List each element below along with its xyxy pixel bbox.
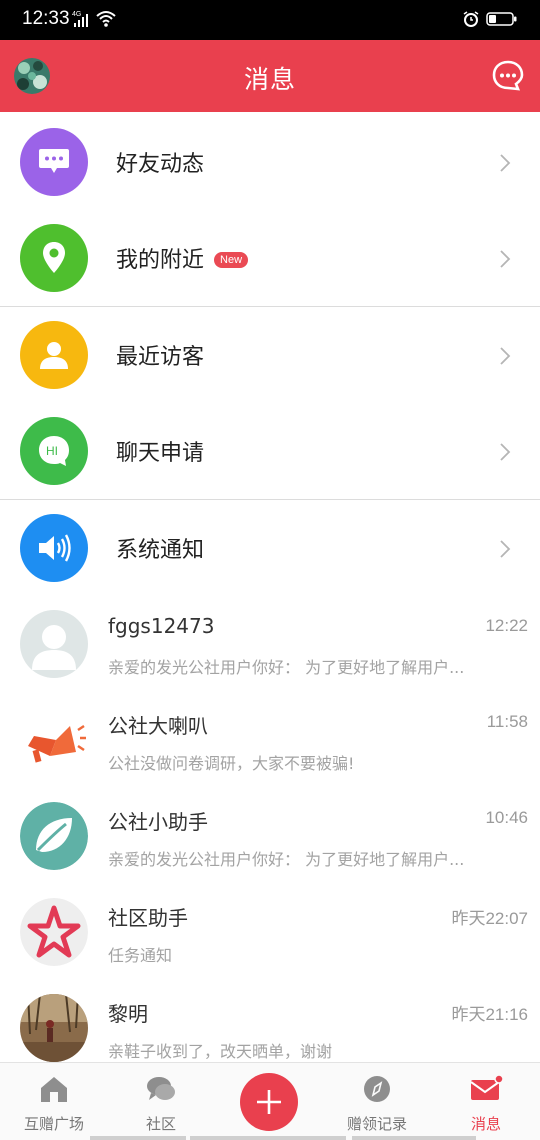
feature-icon-bg (20, 128, 88, 196)
feature-icon-bg: HI (20, 417, 88, 485)
bottom-tab-bar: 互赠广场 社区 赠领记录 消息 (0, 1062, 540, 1140)
conversation-item[interactable]: fggs12473 12:22 亲爱的发光公社用户你好： 为了更好地了解用户..… (0, 596, 540, 692)
feature-item-chat-requests[interactable]: HI 聊天申请 (0, 403, 540, 499)
conversation-item[interactable]: 公社小助手 10:46 亲爱的发光公社用户你好： 为了更好地了解用户... (0, 788, 540, 884)
add-icon (257, 1090, 281, 1114)
star-logo-icon (20, 898, 88, 966)
feature-item-system-notices[interactable]: 系统通知 (0, 500, 540, 596)
message-time: 12:22 (485, 616, 528, 635)
add-post-button[interactable] (240, 1073, 298, 1131)
message-preview: 亲爱的发光公社用户你好： 为了更好地了解用户... (108, 850, 465, 869)
conversation-item[interactable]: 社区助手 昨天22:07 任务通知 (0, 884, 540, 980)
svg-text:HI: HI (46, 444, 58, 458)
contact-name: 公社大喇叭 (108, 714, 208, 738)
message-time: 11:58 (486, 712, 528, 731)
feature-label: 最近访客 (116, 345, 205, 370)
tab-label: 赠领记录 (346, 1115, 407, 1133)
chat-bubble-outline-icon (492, 60, 524, 91)
message-time: 10:46 (485, 808, 528, 827)
chevron-right-icon (500, 443, 511, 461)
message-preview: 公社没做问卷调研，大家不要被骗! (108, 754, 355, 773)
feature-item-nearby[interactable]: 我的附近 New (0, 210, 540, 306)
contact-avatar (20, 994, 88, 1062)
chevron-right-icon (500, 250, 511, 268)
feature-label: 我的附近 New (116, 242, 249, 274)
wifi-icon (96, 11, 116, 27)
home-icon (41, 1077, 67, 1102)
tab-messages[interactable]: 消息 (441, 1063, 531, 1140)
scroll-hint (90, 1136, 186, 1140)
hi-bubble-icon: HI (39, 436, 69, 466)
message-time: 昨天22:07 (451, 909, 528, 928)
contact-name: 黎明 (108, 1002, 148, 1026)
tab-label: 社区 (145, 1115, 176, 1133)
tab-gift-records[interactable]: 赠领记录 (332, 1063, 422, 1140)
battery-icon (486, 12, 517, 26)
alarm-icon (463, 11, 479, 27)
contact-avatar (20, 706, 88, 774)
feature-icon-bg (20, 514, 88, 582)
chevron-right-icon (500, 154, 511, 172)
message-preview: 亲鞋子收到了，改天晒单，谢谢 (108, 1042, 333, 1061)
contact-name: 公社小助手 (108, 810, 208, 834)
feature-icon-bg (20, 224, 88, 292)
feature-label: 聊天申请 (116, 441, 205, 466)
default-avatar-icon (20, 610, 88, 678)
feature-icon-bg (20, 321, 88, 389)
community-icon (147, 1077, 175, 1100)
message-preview: 亲爱的发光公社用户你好： 为了更好地了解用户... (108, 658, 465, 677)
feature-item-recent-visitors[interactable]: 最近访客 (0, 307, 540, 403)
tab-community[interactable]: 社区 (116, 1063, 206, 1140)
contact-name: fggs12473 (108, 614, 215, 638)
scroll-hint (352, 1136, 476, 1140)
contact-avatar (20, 802, 88, 870)
contact-avatar (20, 898, 88, 966)
chat-menu-button[interactable] (490, 58, 526, 94)
feature-label: 系统通知 (116, 538, 205, 563)
conversation-item[interactable]: 公社大喇叭 11:58 公社没做问卷调研，大家不要被骗! (0, 692, 540, 788)
tab-label: 消息 (470, 1115, 501, 1133)
message-preview: 任务通知 (108, 946, 173, 965)
chevron-right-icon (500, 540, 511, 558)
feature-item-friend-updates[interactable]: 好友动态 (0, 114, 540, 210)
photo-avatar-icon (20, 994, 88, 1062)
location-pin-icon (43, 242, 65, 273)
chat-bubble-icon (39, 149, 69, 173)
feature-label: 好友动态 (116, 152, 205, 177)
scroll-hint (190, 1136, 346, 1140)
compass-icon (364, 1076, 390, 1102)
leaf-logo-icon (20, 802, 88, 870)
signal-icon: 4G (72, 11, 88, 27)
new-badge: New (214, 252, 249, 268)
chevron-right-icon (500, 347, 511, 365)
network-label: 4G (72, 11, 81, 18)
message-time: 昨天21:16 (451, 1005, 528, 1024)
status-time: 12:33 (22, 8, 70, 29)
speaker-icon (39, 534, 71, 562)
person-icon (40, 342, 68, 369)
tab-gift-square[interactable]: 互赠广场 (9, 1063, 99, 1140)
app-bar: 消息 (0, 40, 540, 112)
mail-icon (470, 1075, 503, 1100)
megaphone-icon (20, 706, 88, 774)
contact-avatar (20, 610, 88, 678)
contact-name: 社区助手 (108, 906, 188, 930)
status-bar: 12:33 4G (0, 0, 540, 40)
tab-label: 互赠广场 (23, 1115, 84, 1133)
page-title: 消息 (243, 65, 296, 94)
